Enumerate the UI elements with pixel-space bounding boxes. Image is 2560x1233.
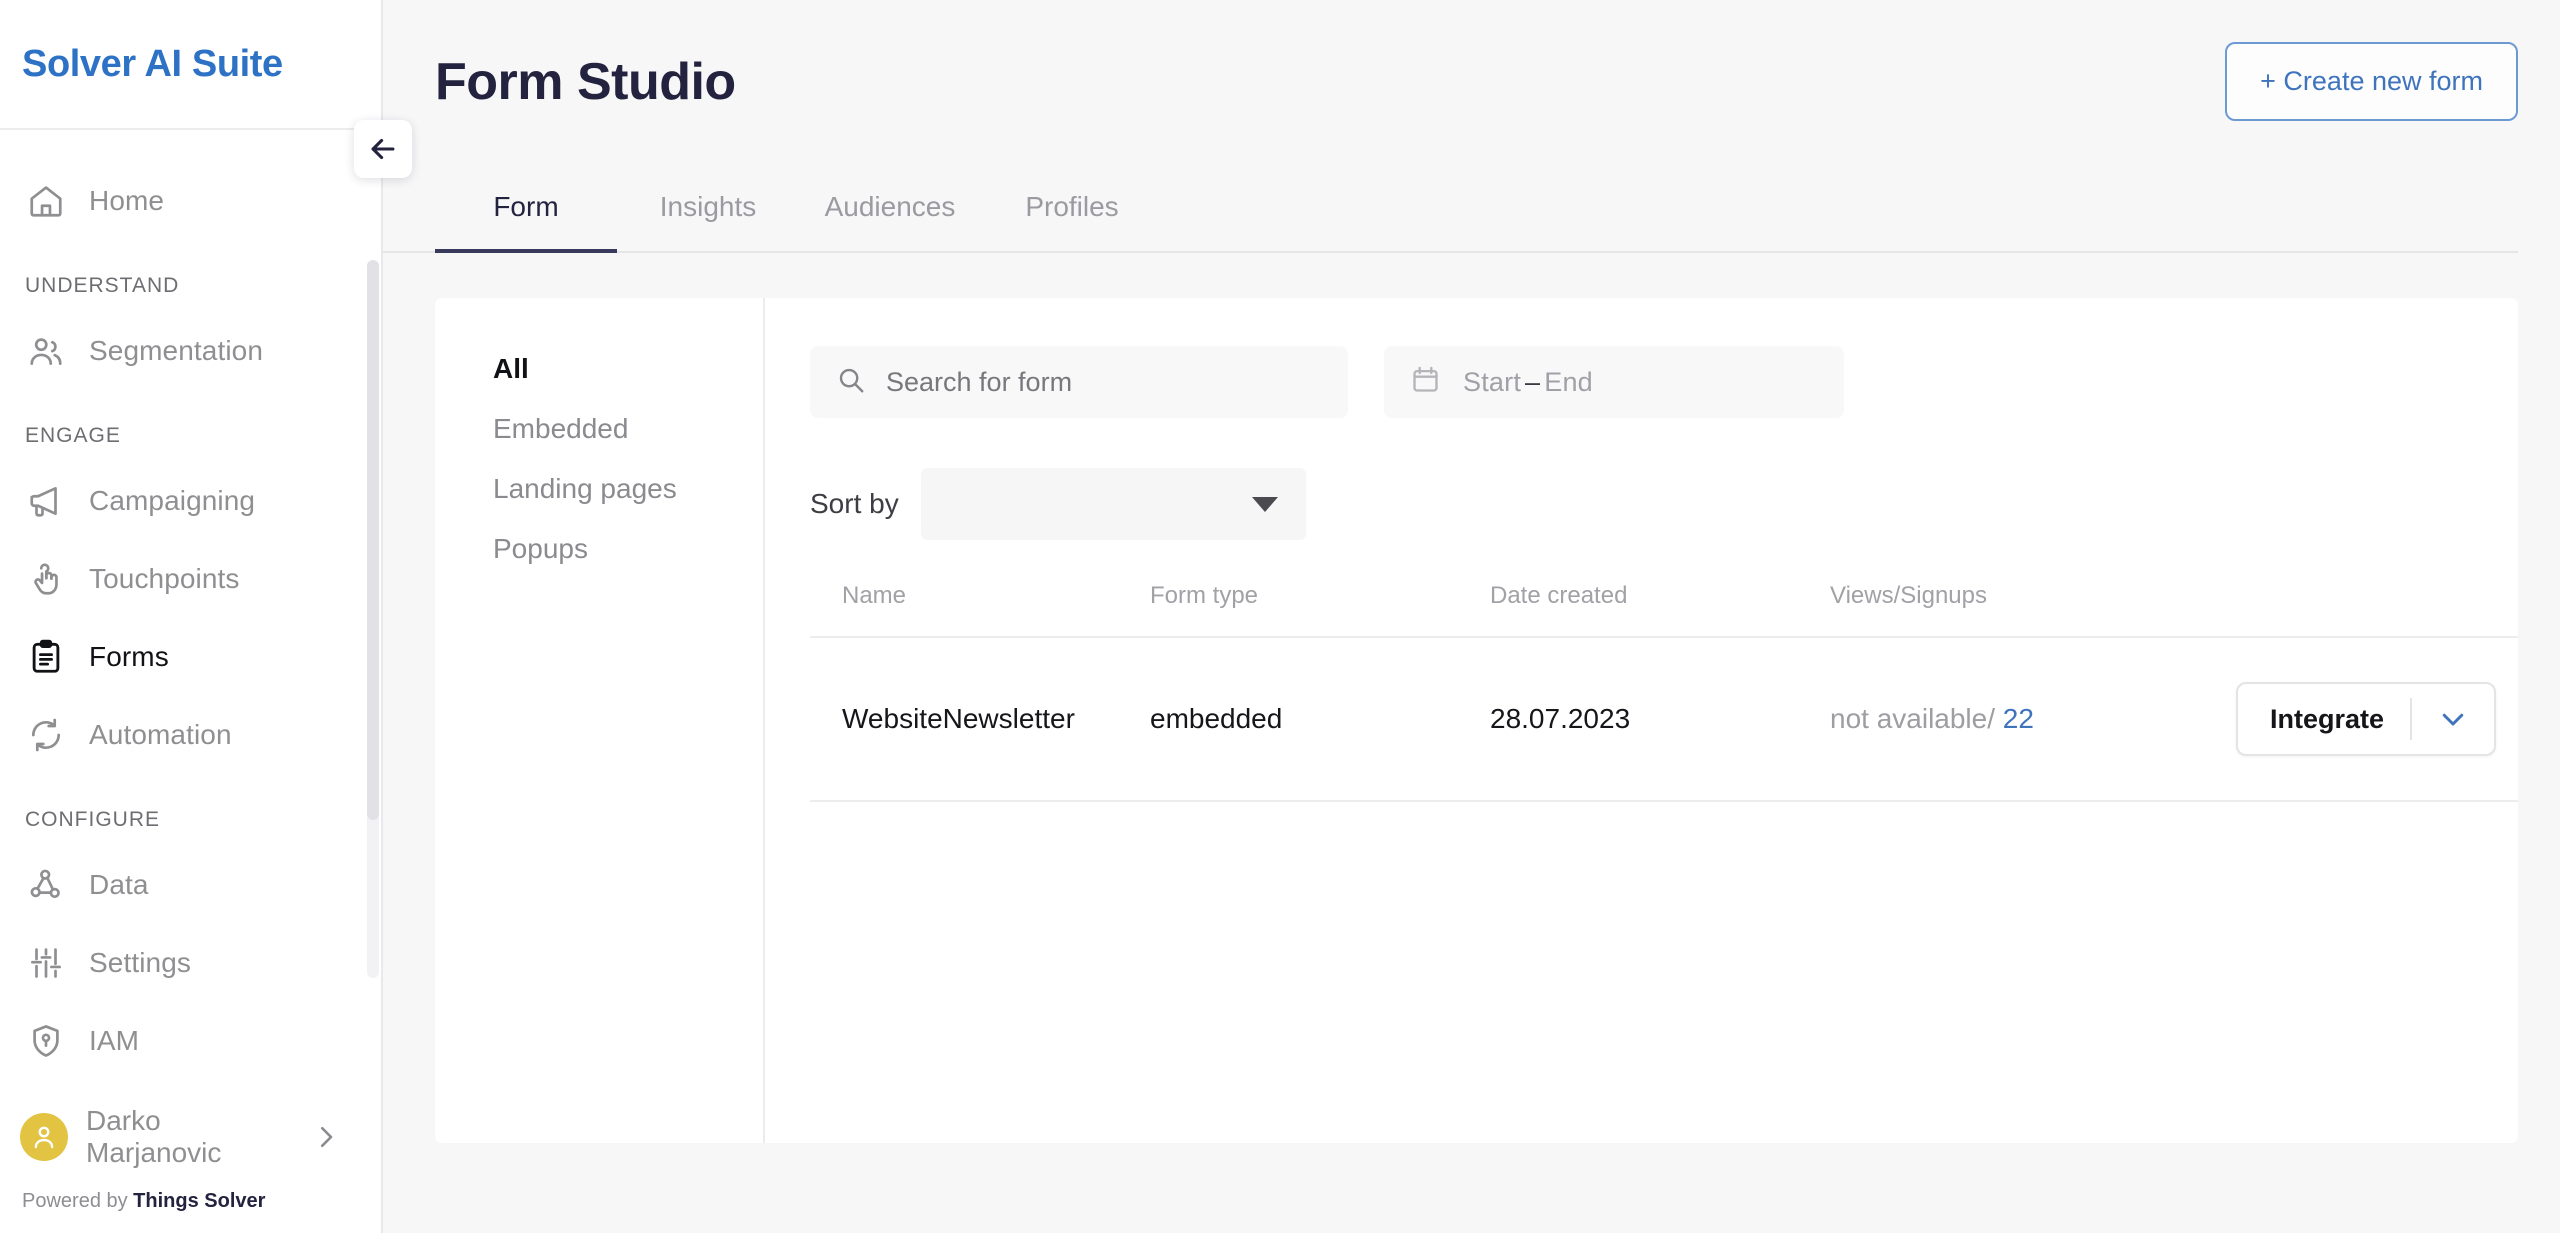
tab-audiences[interactable]: Audiences <box>799 191 981 253</box>
tab-bar: Form Insights Audiences Profiles <box>383 163 2518 253</box>
sidebar-scrollbar-thumb[interactable] <box>367 260 379 821</box>
caret-down-icon <box>1251 496 1278 512</box>
calendar-icon <box>1410 364 1441 400</box>
sidebar-item-label: Forms <box>89 641 169 672</box>
table-row[interactable]: WebsiteNewsletter embedded 28.07.2023 no… <box>810 637 2518 802</box>
cell-date-created: 28.07.2023 <box>1490 637 1830 802</box>
brand: Solver AI Suite <box>0 0 381 130</box>
sidebar-item-label: Segmentation <box>89 335 263 366</box>
clipboard-icon <box>25 636 67 678</box>
forms-content: Start–End Sort by Name Form <box>765 298 2518 1143</box>
date-range-end: End <box>1544 366 1593 397</box>
sidebar-item-label: Data <box>89 869 149 900</box>
page-title: Form Studio <box>435 52 736 111</box>
filter-controls: Start–End <box>810 346 2518 418</box>
page-header: Form Studio + Create new form <box>383 0 2560 163</box>
sort-by-label: Sort by <box>810 488 899 519</box>
cell-form-type: embedded <box>1150 637 1490 802</box>
sidebar-section-understand: UNDERSTAND <box>25 274 180 297</box>
sliders-icon <box>25 942 67 984</box>
avatar <box>20 1113 68 1161</box>
filter-item-embedded[interactable]: Embedded <box>493 413 763 445</box>
sidebar-collapse-button[interactable] <box>354 120 412 178</box>
sidebar-item-settings[interactable]: Settings <box>0 924 381 1002</box>
form-type-filter-list: All Embedded Landing pages Popups <box>435 298 765 1143</box>
chevron-down-icon[interactable] <box>2412 704 2494 734</box>
powered-by: Powered by Things Solver <box>0 1176 381 1233</box>
search-input[interactable] <box>886 366 1348 398</box>
app-root: Solver AI Suite Home UNDERSTAND Segmenta… <box>0 0 2560 1233</box>
sidebar-item-iam[interactable]: IAM <box>0 1002 381 1080</box>
refresh-icon <box>25 714 67 756</box>
search-icon <box>836 365 866 400</box>
sidebar: Solver AI Suite Home UNDERSTAND Segmenta… <box>0 0 383 1233</box>
megaphone-icon <box>25 480 67 522</box>
sidebar-item-label: Automation <box>89 719 232 750</box>
users-icon <box>25 330 67 372</box>
sidebar-nav: Home UNDERSTAND Segmentation ENGAGE Camp… <box>0 130 381 1098</box>
sidebar-item-touchpoints[interactable]: Touchpoints <box>0 540 381 618</box>
sidebar-item-forms[interactable]: Forms <box>0 618 381 696</box>
signups-value[interactable]: 22 <box>2003 703 2034 734</box>
column-header-actions <box>2190 582 2518 638</box>
forms-panel: All Embedded Landing pages Popups Search… <box>435 298 2518 1143</box>
powered-by-prefix: Powered by <box>22 1190 134 1212</box>
sidebar-item-label: Settings <box>89 947 191 978</box>
home-icon <box>25 180 67 222</box>
user-profile-row[interactable]: Darko Marjanovic <box>0 1098 381 1176</box>
sidebar-item-campaigning[interactable]: Campaigning <box>0 462 381 540</box>
sidebar-item-segmentation[interactable]: Segmentation <box>0 312 381 390</box>
sort-row: Sort by <box>810 468 2518 540</box>
sidebar-section-engage: ENGAGE <box>25 424 121 447</box>
powered-by-brand: Things Solver <box>133 1190 266 1212</box>
create-new-form-button[interactable]: + Create new form <box>2225 42 2518 121</box>
sort-by-select[interactable] <box>920 468 1306 540</box>
date-range-separator: – <box>1525 366 1541 397</box>
sidebar-item-label: IAM <box>89 1025 140 1056</box>
main-content: Form Studio + Create new form Form Insig… <box>383 0 2560 1233</box>
tap-icon <box>25 558 67 600</box>
table-header-row: Name Form type Date created Views/Signup… <box>810 582 2518 638</box>
sidebar-item-home[interactable]: Home <box>0 162 381 240</box>
sidebar-scrollbar[interactable] <box>367 260 379 978</box>
tab-insights[interactable]: Insights <box>617 191 799 253</box>
column-header-name: Name <box>810 582 1150 638</box>
forms-table: Name Form type Date created Views/Signup… <box>810 582 2518 802</box>
arrow-left-icon <box>366 132 400 166</box>
shield-key-icon <box>25 1020 67 1062</box>
date-range-text: Start – End <box>1463 367 1593 398</box>
integrate-button-label[interactable]: Integrate <box>2238 704 2410 735</box>
sidebar-item-label: Home <box>89 185 165 216</box>
integrate-split-button[interactable]: Integrate <box>2235 682 2496 756</box>
search-field[interactable] <box>810 346 1348 418</box>
sidebar-item-label: Campaigning <box>89 485 256 516</box>
brand-title: Solver AI Suite <box>22 42 283 85</box>
cell-form-name: WebsiteNewsletter <box>810 637 1150 802</box>
sidebar-item-data[interactable]: Data <box>0 846 381 924</box>
user-name: Darko Marjanovic <box>86 1105 222 1168</box>
tab-form[interactable]: Form <box>435 191 617 253</box>
tab-profiles[interactable]: Profiles <box>981 191 1163 253</box>
filter-item-all[interactable]: All <box>493 353 763 385</box>
cell-actions: Integrate <box>2190 637 2518 802</box>
cell-views-signups: not available/ 22 <box>1830 637 2190 802</box>
sidebar-item-automation[interactable]: Automation <box>0 696 381 774</box>
nodes-icon <box>25 864 67 906</box>
sidebar-section-configure: CONFIGURE <box>25 808 160 831</box>
column-header-views-signups: Views/Signups <box>1830 582 2190 638</box>
views-value: not available/ <box>1830 703 1996 734</box>
chevron-right-icon[interactable] <box>311 1122 341 1152</box>
sidebar-item-label: Touchpoints <box>89 563 240 594</box>
filter-item-landing-pages[interactable]: Landing pages <box>493 473 763 505</box>
column-header-form-type: Form type <box>1150 582 1490 638</box>
column-header-date-created: Date created <box>1490 582 1830 638</box>
filter-item-popups[interactable]: Popups <box>493 533 763 565</box>
date-range-field[interactable]: Start – End <box>1384 346 1844 418</box>
date-range-start: Start <box>1463 366 1522 397</box>
